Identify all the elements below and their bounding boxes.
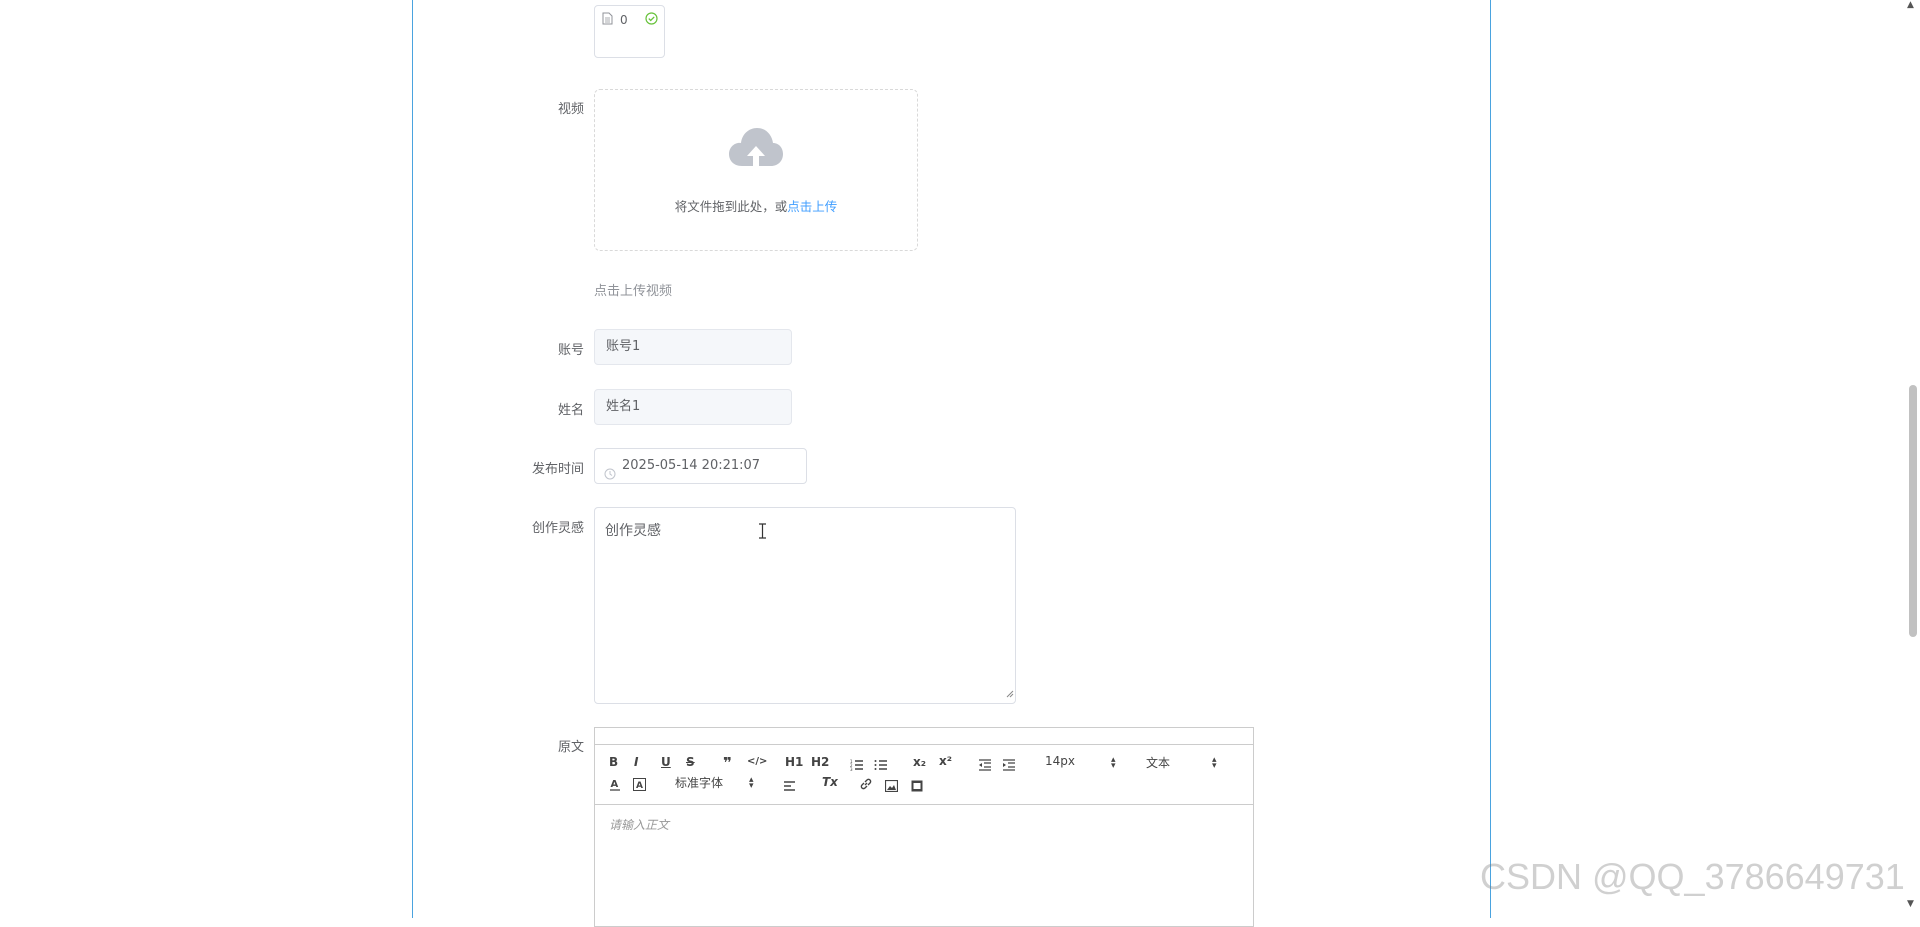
scroll-up-icon[interactable]: ▲ (1907, 0, 1914, 10)
inspiration-textarea[interactable]: 创作灵感 (594, 507, 1016, 704)
blockquote-button[interactable]: ❞ (723, 754, 732, 772)
publish-time-value: 2025-05-14 20:21:07 (622, 458, 761, 473)
check-circle-icon (645, 12, 658, 28)
watermark: CSDN @QQ_3786649731 (1480, 856, 1905, 897)
subscript-button[interactable]: x₂ (913, 755, 926, 769)
resize-handle-icon[interactable] (1006, 686, 1014, 702)
editor-placeholder[interactable]: 请输入正文 (609, 816, 669, 833)
svg-text:A: A (611, 779, 619, 790)
inspiration-label: 创作灵感 (531, 521, 584, 536)
font-family-select[interactable]: 标准字体 ▴ ▾ (675, 774, 765, 791)
upload-tip: 将文件拖到此处，或点击上传 (595, 196, 917, 215)
font-size-select[interactable]: 14px ▴ ▾ (1045, 754, 1125, 771)
header-value: 文本 (1146, 756, 1171, 770)
ordered-list-icon[interactable]: 123 (850, 756, 864, 775)
video-label: 视频 (557, 102, 584, 117)
indent-icon[interactable] (1002, 756, 1016, 775)
font-color-icon[interactable]: A (609, 776, 621, 795)
document-icon (602, 12, 613, 28)
uploaded-file-name: 0 (620, 13, 628, 27)
original-label: 原文 (557, 740, 584, 755)
svg-text:A: A (636, 781, 643, 791)
outdent-icon[interactable] (978, 756, 992, 775)
upload-tip-text: 将文件拖到此处，或 (674, 199, 788, 214)
account-label: 账号 (557, 343, 584, 358)
account-input[interactable]: 账号1 (594, 329, 792, 365)
bold-button[interactable]: B (609, 755, 618, 769)
superscript-button[interactable]: x² (939, 754, 952, 768)
text-cursor-icon (758, 523, 767, 543)
video-upload-dropzone[interactable]: 将文件拖到此处，或点击上传 (594, 89, 918, 251)
code-block-button[interactable]: </> (747, 756, 767, 767)
name-label: 姓名 (557, 403, 584, 418)
strike-button[interactable]: S (686, 755, 695, 769)
select-arrows-icon: ▴ ▾ (1111, 755, 1116, 771)
background-color-icon[interactable]: A (633, 776, 646, 795)
select-arrows-icon: ▴ ▾ (1212, 755, 1217, 771)
original-rich-editor[interactable]: B I U S ❞ </> H1 H2 123 x₂ x² 14px ▴ ▾ 文本… (594, 727, 1254, 927)
h1-button[interactable]: H1 (785, 755, 803, 769)
svg-text:3: 3 (850, 767, 853, 771)
image-icon[interactable] (884, 777, 899, 796)
name-input[interactable]: 姓名1 (594, 389, 792, 425)
underline-button[interactable]: U (661, 755, 671, 769)
align-left-icon[interactable] (783, 777, 796, 796)
publish-time-label: 发布时间 (531, 462, 584, 477)
publish-time-picker[interactable]: 2025-05-14 20:21:07 (594, 448, 807, 484)
h2-button[interactable]: H2 (811, 755, 829, 769)
click-upload-link[interactable]: 点击上传 (787, 199, 837, 214)
uploaded-file-card[interactable]: 0 (594, 5, 665, 58)
bullet-list-icon[interactable] (874, 756, 888, 775)
scrollbar-thumb[interactable] (1909, 385, 1917, 637)
italic-button[interactable]: I (634, 755, 638, 769)
upload-cloud-icon (728, 126, 784, 174)
inspiration-value: 创作灵感 (605, 523, 661, 539)
scroll-down-icon[interactable]: ▼ (1907, 899, 1914, 909)
link-icon[interactable] (859, 776, 873, 795)
editor-top-border (595, 744, 1253, 745)
clock-icon (604, 460, 616, 494)
video-icon[interactable] (911, 777, 923, 796)
font-size-value: 14px (1045, 754, 1075, 768)
editor-toolbar-border (595, 804, 1253, 805)
video-upload-hint: 点击上传视频 (594, 284, 673, 299)
header-select[interactable]: 文本 ▴ ▾ (1146, 754, 1226, 771)
clean-format-button[interactable]: Tx (822, 775, 838, 789)
select-arrows-icon: ▴ ▾ (749, 775, 754, 791)
font-family-value: 标准字体 (675, 776, 724, 790)
